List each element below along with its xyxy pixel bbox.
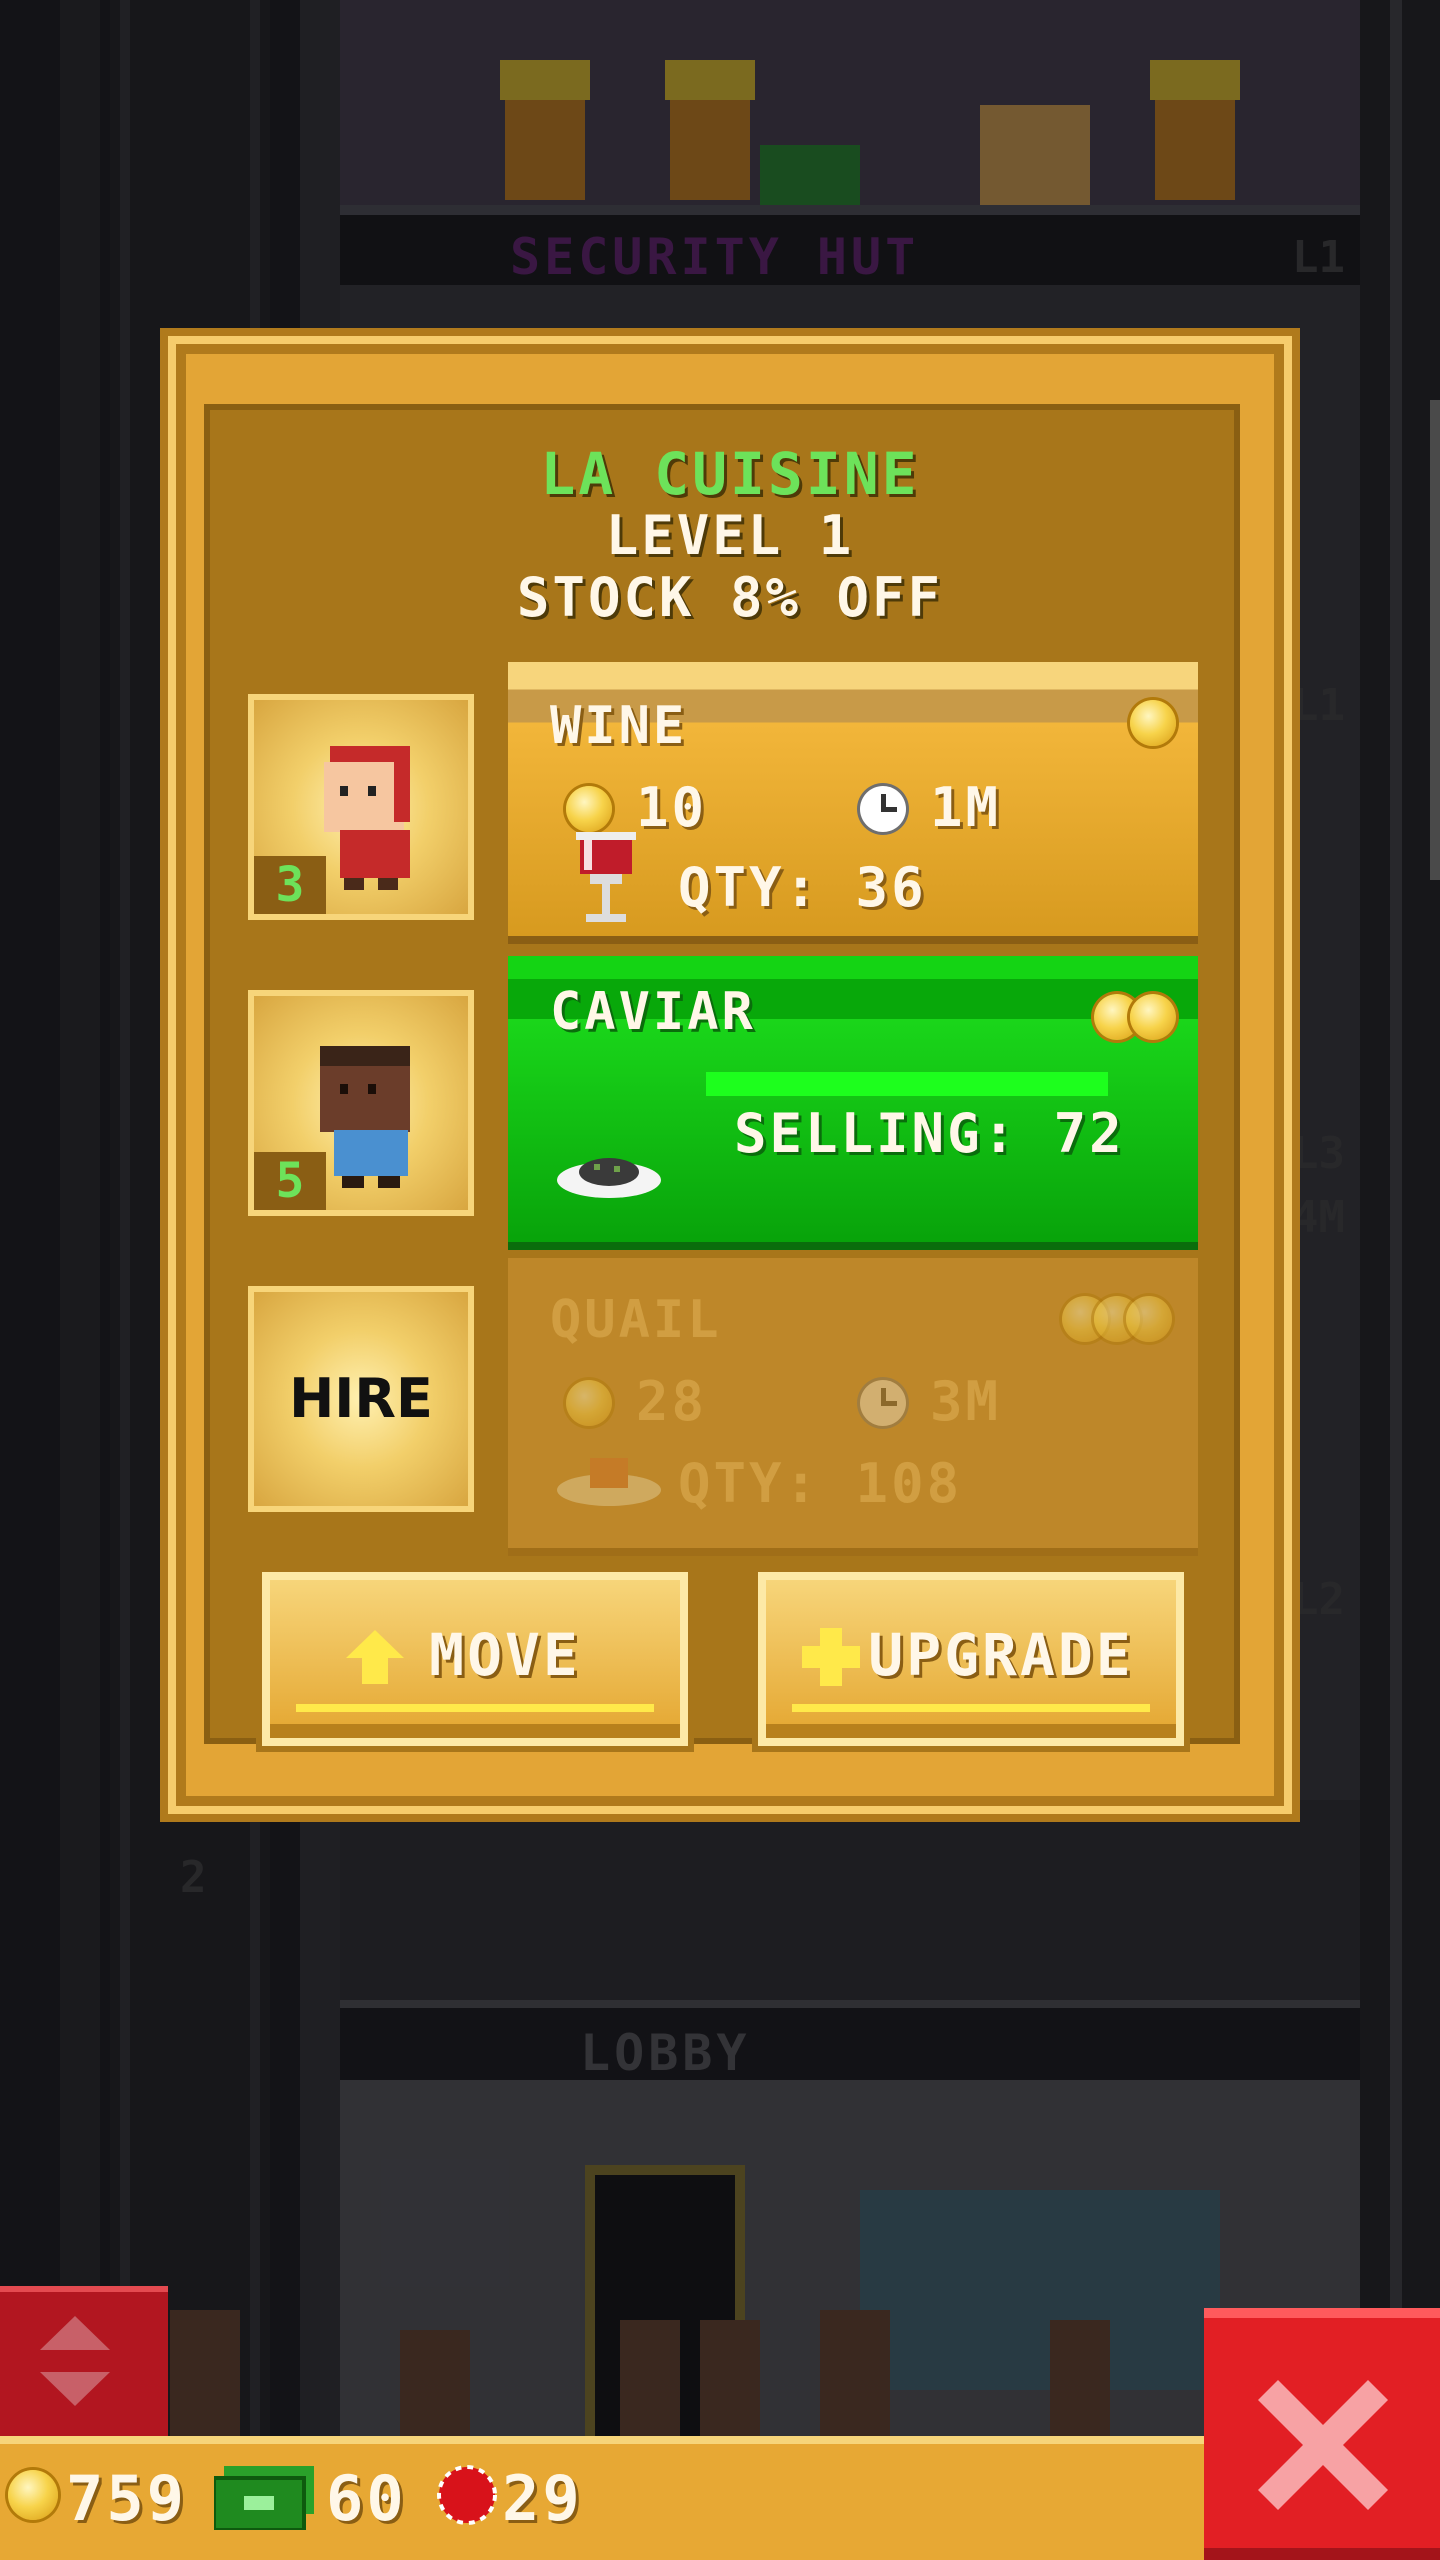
bux-count: 60 [326,2462,407,2535]
shop-name: LA CUISINE [540,440,920,508]
staff-slot-2[interactable]: 5 [248,990,474,1216]
shop-dialog: LA CUISINE LEVEL 1 STOCK 8% OFF 3 5 HIRE… [168,336,1292,1814]
clock-icon [860,786,906,832]
product-quail-time: 3M [930,1370,1002,1433]
close-button[interactable] [1204,2308,1440,2560]
upgrade-button-underline [792,1704,1150,1712]
move-button[interactable]: MOVE [262,1572,688,1746]
tokens-count: 29 [502,2462,583,2535]
product-quail[interactable]: QUAIL 28 3M QTY: 108 [508,1258,1198,1548]
shop-level: LEVEL 1 [605,504,855,567]
up-down-arrows-icon [40,2316,110,2406]
coins-count: 759 [66,2462,187,2535]
currency-bar: 759 60 29 [0,2436,1210,2560]
clock-icon [860,1380,906,1426]
product-wine-time: 1M [930,776,1002,839]
gold-ticket-icon [437,2465,497,2525]
product-quail-name: QUAIL [550,1290,722,1350]
product-quail-cost: 28 [636,1370,708,1433]
move-button-underline [296,1704,654,1712]
stock-discount: STOCK 8% OFF [516,566,944,629]
tier-coin-icon [1130,994,1176,1040]
coin-icon [8,2470,58,2520]
tier-coin-icon [1130,700,1176,746]
caviar-dish-icon [557,1158,661,1198]
product-wine-cost: 10 [636,776,708,839]
quail-dish-icon [557,1458,661,1506]
product-caviar-name: CAVIAR [550,982,756,1042]
staff-slot-1[interactable]: 3 [248,694,474,920]
selling-progress-fill [706,1072,1108,1096]
wine-glass-icon [576,832,636,922]
staff-level-1: 3 [254,856,326,914]
staff-level-2: 5 [254,1152,326,1210]
move-button-label: MOVE [429,1621,581,1689]
upgrade-button[interactable]: UPGRADE [758,1572,1184,1746]
close-icon [1258,2380,1388,2510]
tier-coin-icon [1126,1296,1172,1342]
upgrade-button-label: UPGRADE [868,1621,1134,1689]
hire-button-label: HIRE [289,1367,433,1430]
product-wine[interactable]: WINE 10 1M QTY: 36 [508,662,1198,936]
coin-icon [566,1380,612,1426]
elevator-button[interactable] [0,2286,168,2436]
product-caviar[interactable]: CAVIAR SELLING: 72 [508,956,1198,1242]
tower-bux-icon [214,2466,314,2530]
product-caviar-status: SELLING: 72 [734,1102,1125,1165]
product-wine-qty: QTY: 36 [678,856,927,919]
selling-progress-bar [706,1072,1108,1096]
hire-slot[interactable]: HIRE [248,1286,474,1512]
coin-icon [566,786,612,832]
product-quail-qty: QTY: 108 [678,1452,963,1515]
product-wine-name: WINE [550,696,688,756]
